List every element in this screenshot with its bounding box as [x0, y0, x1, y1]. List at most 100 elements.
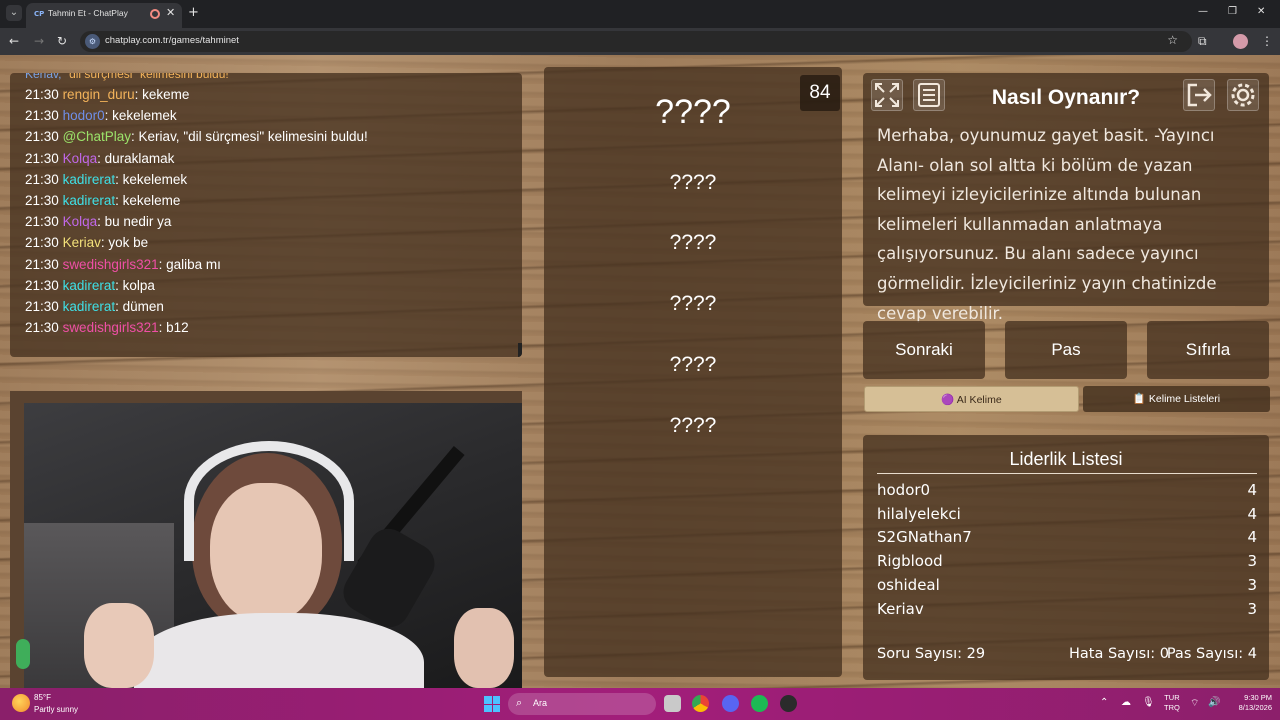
microphone-icon[interactable]: 🎙: [1142, 697, 1155, 708]
weather-temp[interactable]: 85°F: [34, 693, 51, 702]
chat-time: 21:30: [25, 256, 59, 272]
chat-text: : galiba mı: [158, 256, 221, 272]
chat-username[interactable]: rengin_duru: [63, 87, 135, 102]
chat-message: 21:30 kadirerat: dümen: [25, 299, 164, 314]
chat-message: 21:30 rengin_duru: kekeme: [25, 87, 189, 102]
leaderboard-divider: [877, 473, 1257, 474]
leaderboard-name: S2GNathan7: [877, 528, 972, 547]
chrome-icon[interactable]: [692, 695, 709, 712]
weather-desc[interactable]: Partly sunny: [34, 705, 78, 714]
chat-username[interactable]: kadirerat: [63, 278, 116, 293]
language-indicator[interactable]: TUR TRQ: [1164, 693, 1180, 713]
omnibox[interactable]: ⚙ chatplay.com.tr/games/tahminet ☆: [80, 31, 1192, 52]
settings-icon[interactable]: [1227, 79, 1259, 111]
chat-time: 21:30: [25, 129, 59, 145]
how-to-play-text: Merhaba, oyunumuz gayet basit. -Yayıncı …: [877, 126, 1217, 323]
chat-username[interactable]: swedishgirls321: [63, 320, 159, 335]
leaderboard-name: hodor0: [877, 481, 931, 499]
taskbar-search-label: Ara: [533, 698, 548, 708]
forward-icon[interactable]: →: [34, 34, 44, 48]
tray-overflow-icon[interactable]: ⌃: [1100, 697, 1108, 708]
leaderboard-name: Rigblood: [877, 552, 943, 571]
site-favicon-icon: CP: [34, 10, 45, 18]
next-button[interactable]: Sonraki: [863, 321, 985, 379]
taboo-word: ????: [669, 171, 717, 194]
leaderboard-list[interactable]: hodor0 4 hilalyelekci 4 S2GNathan7 4 Rigblood 3…: [877, 481, 1257, 617]
tab-strip: ⌄ CP Tahmin Et - ChatPlay ✕ + — ❐ ✕: [0, 0, 1280, 28]
taboo-word: ????: [669, 231, 717, 254]
leaderboard-score: 3: [1247, 552, 1257, 571]
spotify-icon[interactable]: [751, 695, 768, 712]
site-info-icon[interactable]: ⚙: [85, 34, 100, 49]
volume-icon[interactable]: 🔊: [1208, 697, 1220, 708]
chat-username[interactable]: Kolqa: [63, 214, 98, 229]
taboo-word: ????: [669, 414, 717, 437]
chat-text: : kekelemek: [115, 171, 188, 187]
new-tab-button[interactable]: +: [188, 5, 199, 20]
chat-username[interactable]: hodor0: [63, 108, 105, 123]
extensions-icon[interactable]: ⧉: [1198, 34, 1207, 49]
file-explorer-icon[interactable]: [664, 695, 681, 712]
chat-time: 21:30: [25, 320, 59, 336]
chat-time: 21:30: [25, 150, 59, 166]
chat-username[interactable]: @ChatPlay: [63, 129, 131, 144]
chat-username[interactable]: Keriav: [63, 235, 101, 250]
chat-text: : kekelemek: [104, 108, 177, 124]
discord-icon[interactable]: [722, 695, 739, 712]
chat-message: 21:30 swedishgirls321: b12: [25, 320, 189, 335]
exit-icon[interactable]: [1183, 79, 1215, 111]
pass-button[interactable]: Pas: [1005, 321, 1127, 379]
secret-word: ????: [655, 93, 731, 131]
chat-username[interactable]: Kolqa: [63, 151, 98, 166]
start-button-icon[interactable]: [484, 696, 500, 712]
chat-username[interactable]: swedishgirls321: [63, 257, 159, 272]
webcam-overlay: [10, 391, 522, 688]
system-clock[interactable]: 9:30 PM 8/13/2026: [1228, 693, 1272, 713]
taskbar-search[interactable]: ⌕ Ara: [508, 693, 656, 715]
leaderboard-score: 3: [1247, 599, 1257, 618]
webcam-status-indicator: [16, 639, 30, 669]
reload-icon[interactable]: ↻: [57, 34, 67, 48]
chat-username[interactable]: kadirerat: [63, 193, 116, 208]
chat-message: 21:30 swedishgirls321: galiba mı: [25, 257, 221, 272]
url-text[interactable]: chatplay.com.tr/games/tahminet: [105, 35, 239, 46]
leaderboard-title: Liderlik Listesi: [1009, 449, 1123, 469]
wifi-icon[interactable]: ⌔: [1190, 697, 1199, 710]
leaderboard-name: Keriav: [877, 599, 924, 618]
tab-close-icon[interactable]: ✕: [166, 6, 175, 19]
chat-scrollbar[interactable]: [518, 343, 522, 357]
ai-word-button[interactable]: 🟣 AI Kelime: [864, 386, 1079, 412]
restore-icon[interactable]: ❐: [1228, 6, 1237, 17]
window-close-icon[interactable]: ✕: [1257, 6, 1265, 17]
chat-username[interactable]: kadirerat: [63, 299, 116, 314]
question-count: Soru Sayısı: 29: [877, 646, 986, 662]
browser-menu-icon[interactable]: ⋮: [1261, 34, 1273, 48]
bookmark-star-icon[interactable]: ☆: [1167, 33, 1178, 47]
chat-text: : kekeleme: [115, 193, 181, 208]
leaderboard-row: oshideal 3: [877, 576, 1257, 600]
chat-text: : Keriav, "dil sürçmesi" kelimesini buld…: [131, 129, 368, 145]
error-count: Hata Sayısı: 0: [1069, 646, 1169, 662]
chat-panel: Keriav, "dil sürçmesi" kelimesini buldu!…: [10, 73, 522, 357]
tab-search-button[interactable]: ⌄: [6, 5, 22, 21]
word-lists-button[interactable]: 📋 Kelime Listeleri: [1083, 386, 1270, 412]
obs-icon[interactable]: [780, 695, 797, 712]
tab-recording-icon[interactable]: [150, 9, 160, 19]
tab-active[interactable]: CP Tahmin Et - ChatPlay ✕: [26, 3, 182, 28]
minimize-icon[interactable]: —: [1198, 6, 1208, 17]
chat-time: 21:30: [25, 87, 59, 102]
tray-app-icon[interactable]: ☁: [1121, 697, 1131, 708]
chat-time: 21:30: [25, 171, 59, 187]
leaderboard-score: 3: [1247, 575, 1257, 594]
chat-text: : bu nedir ya: [97, 214, 172, 230]
chat-time: 21:30: [25, 299, 59, 314]
reset-button[interactable]: Sıfırla: [1147, 321, 1269, 379]
back-icon[interactable]: ←: [9, 34, 19, 48]
chat-username[interactable]: kadirerat: [63, 172, 116, 187]
profile-avatar[interactable]: [1233, 34, 1248, 49]
chat-text: : duraklamak: [97, 150, 175, 166]
leaderboard-name: hilalyelekci: [877, 504, 961, 523]
weather-icon[interactable]: [12, 694, 30, 712]
leaderboard-row: hodor0 4: [877, 481, 1257, 505]
chat-message: 21:30 kadirerat: kekeleme: [25, 193, 180, 208]
